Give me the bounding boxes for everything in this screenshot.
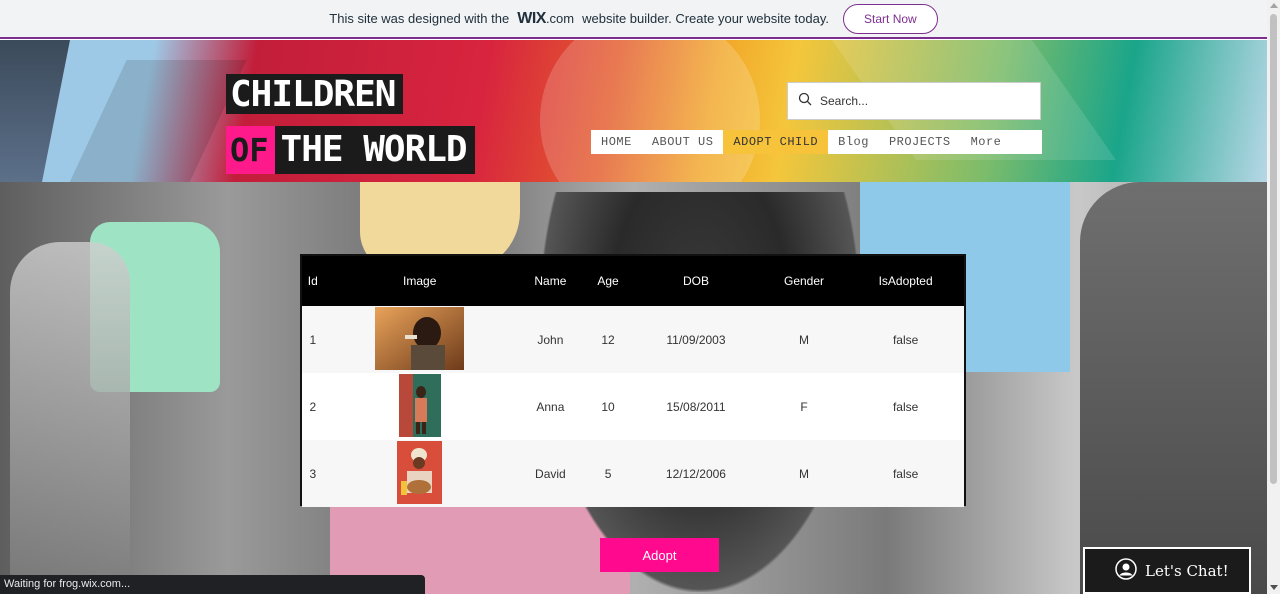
scroll-down-arrow-icon[interactable] bbox=[1270, 585, 1278, 590]
cell-image bbox=[323, 306, 516, 373]
lets-chat-button[interactable]: Let's Chat! bbox=[1083, 547, 1251, 594]
adopt-button[interactable]: Adopt bbox=[600, 538, 719, 572]
start-now-button[interactable]: Start Now bbox=[843, 3, 938, 34]
column-header-name[interactable]: Name bbox=[515, 256, 585, 306]
nav-item-about-us[interactable]: ABOUT US bbox=[642, 130, 724, 154]
scroll-up-arrow-icon[interactable] bbox=[1270, 3, 1278, 8]
chat-avatar-icon bbox=[1115, 557, 1137, 584]
children-table: Id Image Name Age DOB Gender IsAdopted 1 bbox=[300, 254, 966, 507]
cell-gender: M bbox=[760, 440, 848, 507]
column-header-isadopted[interactable]: IsAdopted bbox=[847, 256, 964, 306]
scrollbar-thumb[interactable] bbox=[1270, 14, 1277, 484]
logo-of: OF bbox=[226, 126, 275, 174]
nav-item-home[interactable]: HOME bbox=[591, 130, 642, 154]
table-row[interactable]: 1 John 12 11/09/2003 M false bbox=[302, 306, 964, 373]
table-header-row: Id Image Name Age DOB Gender IsAdopted bbox=[302, 256, 964, 306]
page-scrollbar[interactable] bbox=[1267, 0, 1280, 594]
cell-isadopted: false bbox=[847, 440, 964, 507]
nav-item-projects[interactable]: PROJECTS bbox=[879, 130, 961, 154]
site-logo[interactable]: CHILDREN OF THE WORLD bbox=[226, 74, 475, 174]
collage-left-figure bbox=[10, 242, 130, 582]
cell-dob: 11/09/2003 bbox=[631, 306, 761, 373]
column-header-age[interactable]: Age bbox=[584, 256, 632, 306]
cell-isadopted: false bbox=[892, 399, 919, 414]
column-header-gender[interactable]: Gender bbox=[760, 256, 848, 306]
flag-fold bbox=[499, 40, 801, 182]
nav-item-more[interactable]: More bbox=[961, 130, 1012, 154]
browser-status-bar: Waiting for frog.wix.com... bbox=[0, 575, 425, 594]
cell-isadopted: false bbox=[847, 306, 964, 373]
flag-fold bbox=[33, 60, 247, 182]
cell-gender: F bbox=[800, 399, 808, 414]
banner-text-after: website builder. Create your website tod… bbox=[582, 11, 830, 26]
table-row[interactable]: 2 Anna 10 15/08/2011 F false bbox=[302, 373, 964, 440]
wix-logo: WIX.com bbox=[517, 9, 575, 27]
site-header: CHILDREN OF THE WORLD HOME ABOUT US ADOP… bbox=[0, 40, 1267, 182]
banner-text-before: This site was designed with the bbox=[329, 11, 510, 26]
collage-right-figure bbox=[1080, 182, 1267, 594]
nav-item-blog[interactable]: Blog bbox=[828, 130, 879, 154]
main-nav: HOME ABOUT US ADOPT CHILD Blog PROJECTS … bbox=[591, 130, 1042, 161]
column-header-id[interactable]: Id bbox=[302, 256, 324, 306]
logo-the-world: THE WORLD bbox=[274, 126, 475, 174]
cell-image bbox=[323, 440, 516, 507]
logo-line-world: OF THE WORLD bbox=[226, 126, 475, 174]
cell-name: Anna bbox=[536, 399, 565, 414]
cell-id: 2 bbox=[309, 399, 317, 414]
search-box[interactable] bbox=[787, 82, 1041, 120]
cell-dob: 15/08/2011 bbox=[666, 399, 726, 414]
column-header-dob[interactable]: DOB bbox=[631, 256, 761, 306]
cell-name: John bbox=[515, 306, 585, 373]
header-person-silhouette bbox=[0, 40, 70, 182]
cell-age: 5 bbox=[584, 440, 632, 507]
wix-promo-banner: This site was designed with the WIX.com … bbox=[0, 0, 1267, 39]
column-header-image[interactable]: Image bbox=[323, 256, 516, 306]
child-photo bbox=[375, 306, 465, 373]
search-icon bbox=[798, 92, 812, 111]
chat-label: Let's Chat! bbox=[1145, 561, 1229, 580]
cell-age: 12 bbox=[584, 306, 632, 373]
search-input[interactable] bbox=[820, 94, 1020, 108]
children-data-table: Id Image Name Age DOB Gender IsAdopted 1 bbox=[302, 256, 964, 507]
cell-image bbox=[324, 373, 516, 440]
cell-dob: 12/12/2006 bbox=[631, 440, 761, 507]
cell-name: David bbox=[515, 440, 585, 507]
table-row[interactable]: 3 David 5 12/12/2006 M false bbox=[302, 440, 964, 507]
nav-item-adopt-child[interactable]: ADOPT CHILD bbox=[723, 130, 829, 161]
cell-id: 1 bbox=[302, 306, 324, 373]
child-photo bbox=[398, 373, 441, 440]
logo-line-children: CHILDREN bbox=[226, 74, 404, 114]
cell-age: 10 bbox=[601, 399, 615, 414]
cell-gender: M bbox=[760, 306, 848, 373]
child-photo bbox=[397, 440, 443, 507]
cell-id: 3 bbox=[302, 440, 324, 507]
